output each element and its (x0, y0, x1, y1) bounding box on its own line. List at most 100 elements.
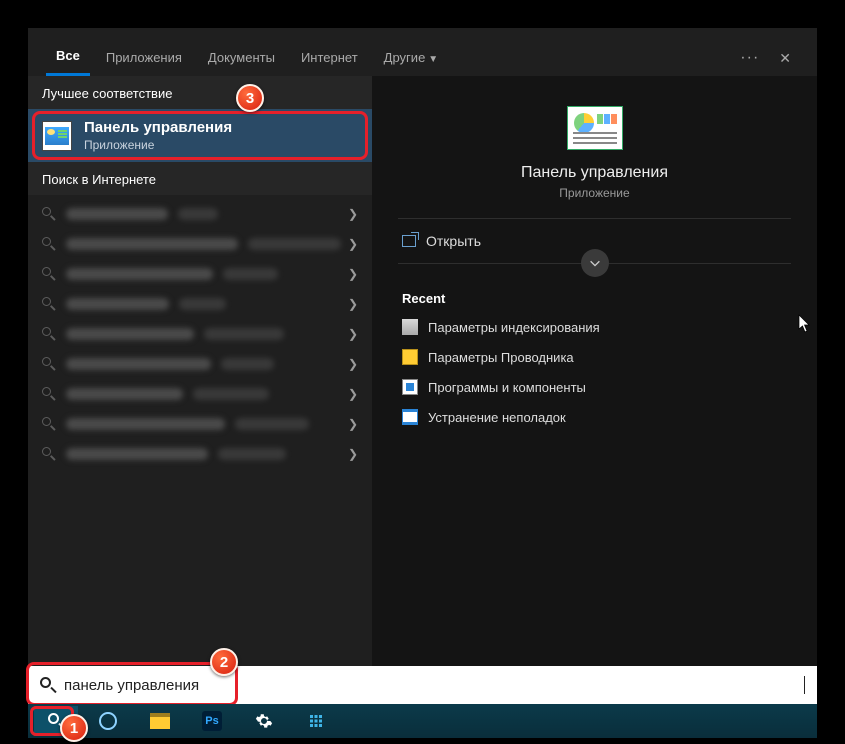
taskbar-explorer-button[interactable] (138, 706, 182, 736)
windows-search-panel: Все Приложения Документы Интернет Другие… (28, 28, 817, 666)
best-match-result[interactable]: Панель управления Приложение (28, 109, 372, 162)
annotation-badge-1: 1 (60, 714, 88, 742)
search-icon (42, 357, 56, 371)
annotation-badge-2: 2 (210, 648, 238, 676)
web-result-item[interactable]: ❯ (28, 319, 372, 349)
file-explorer-icon (150, 713, 170, 729)
recent-item[interactable]: Устранение неполадок (398, 402, 791, 432)
chevron-right-icon: ❯ (348, 297, 358, 311)
gear-icon (255, 712, 273, 730)
open-icon (402, 235, 416, 247)
blurred-text (223, 268, 278, 280)
preview-app-icon (567, 106, 623, 150)
control-panel-icon (42, 121, 72, 151)
recent-item-icon (402, 319, 418, 335)
more-options-button[interactable]: ··· (734, 43, 765, 73)
tab-docs[interactable]: Документы (198, 42, 285, 75)
blurred-text (66, 388, 183, 400)
web-results-list: ❯ ❯ ❯ ❯ ❯ ❯ ❯ ❯ ❯ (28, 195, 372, 479)
results-column: Лучшее соответствие Панель управления Пр… (28, 76, 372, 666)
search-input-bar[interactable] (28, 666, 817, 704)
blurred-text (178, 208, 218, 220)
search-icon (42, 267, 56, 281)
web-result-item[interactable]: ❯ (28, 379, 372, 409)
chevron-right-icon: ❯ (348, 327, 358, 341)
chevron-down-icon: ▼ (428, 54, 438, 65)
tab-apps[interactable]: Приложения (96, 42, 192, 75)
taskbar-cortana-button[interactable] (86, 706, 130, 736)
search-input[interactable] (64, 677, 806, 694)
search-icon (42, 297, 56, 311)
section-internet: Поиск в Интернете (28, 162, 372, 195)
chevron-right-icon: ❯ (348, 207, 358, 221)
search-filter-tabs: Все Приложения Документы Интернет Другие… (28, 28, 817, 76)
search-icon (42, 447, 56, 461)
blurred-text (248, 238, 341, 250)
tab-internet[interactable]: Интернет (291, 42, 368, 75)
search-icon (42, 387, 56, 401)
blurred-text (66, 298, 169, 310)
expand-button[interactable] (581, 249, 609, 277)
blurred-text (66, 268, 213, 280)
tab-other-label: Другие (384, 50, 426, 65)
search-icon (42, 237, 56, 251)
open-label: Открыть (426, 233, 481, 249)
recent-item-label: Программы и компоненты (428, 380, 586, 395)
search-icon (42, 327, 56, 341)
recent-item[interactable]: Параметры Проводника (398, 342, 791, 372)
recent-item-label: Параметры Проводника (428, 350, 574, 365)
web-result-item[interactable]: ❯ (28, 409, 372, 439)
web-result-item[interactable]: ❯ (28, 439, 372, 469)
blurred-text (221, 358, 274, 370)
taskbar-app-button[interactable] (294, 706, 338, 736)
chevron-right-icon: ❯ (348, 417, 358, 431)
recent-header: Recent (402, 291, 787, 306)
search-icon (40, 677, 56, 693)
taskbar: Ps (28, 704, 817, 738)
blurred-text (179, 298, 226, 310)
close-button[interactable]: ✕ (771, 44, 799, 73)
tab-all[interactable]: Все (46, 40, 90, 76)
preview-subtitle: Приложение (398, 186, 791, 200)
recent-item-label: Устранение неполадок (428, 410, 566, 425)
search-icon (42, 417, 56, 431)
recent-item-icon (402, 409, 418, 425)
preview-pane: Панель управления Приложение Открыть Rec… (372, 76, 817, 666)
section-best-match: Лучшее соответствие (28, 76, 372, 109)
best-match-title: Панель управления (84, 119, 232, 136)
web-result-item[interactable]: ❯ (28, 289, 372, 319)
text-caret (804, 676, 805, 694)
blurred-text (66, 238, 238, 250)
blurred-text (218, 448, 286, 460)
web-result-item[interactable]: ❯ (28, 199, 372, 229)
recent-list: Параметры индексирования Параметры Провод… (398, 312, 791, 432)
chevron-right-icon: ❯ (348, 447, 358, 461)
web-result-item[interactable]: ❯ (28, 259, 372, 289)
blurred-text (66, 358, 211, 370)
taskbar-photoshop-button[interactable]: Ps (190, 706, 234, 736)
search-icon (42, 207, 56, 221)
blurred-text (193, 388, 269, 400)
annotation-badge-3: 3 (236, 84, 264, 112)
chevron-right-icon: ❯ (348, 387, 358, 401)
best-match-subtitle: Приложение (84, 138, 232, 152)
recent-item-label: Параметры индексирования (428, 320, 600, 335)
app-icon (307, 712, 325, 730)
cortana-icon (99, 712, 117, 730)
photoshop-icon: Ps (202, 711, 222, 731)
recent-item[interactable]: Программы и компоненты (398, 372, 791, 402)
blurred-text (66, 418, 225, 430)
chevron-right-icon: ❯ (348, 267, 358, 281)
blurred-text (66, 448, 208, 460)
web-result-item[interactable]: ❯ (28, 349, 372, 379)
recent-item[interactable]: Параметры индексирования (398, 312, 791, 342)
blurred-text (66, 328, 194, 340)
taskbar-settings-button[interactable] (242, 706, 286, 736)
recent-item-icon (402, 379, 418, 395)
web-result-item[interactable]: ❯ (28, 229, 372, 259)
recent-item-icon (402, 349, 418, 365)
blurred-text (204, 328, 284, 340)
chevron-right-icon: ❯ (348, 237, 358, 251)
blurred-text (66, 208, 168, 220)
tab-other[interactable]: Другие▼ (374, 42, 449, 75)
